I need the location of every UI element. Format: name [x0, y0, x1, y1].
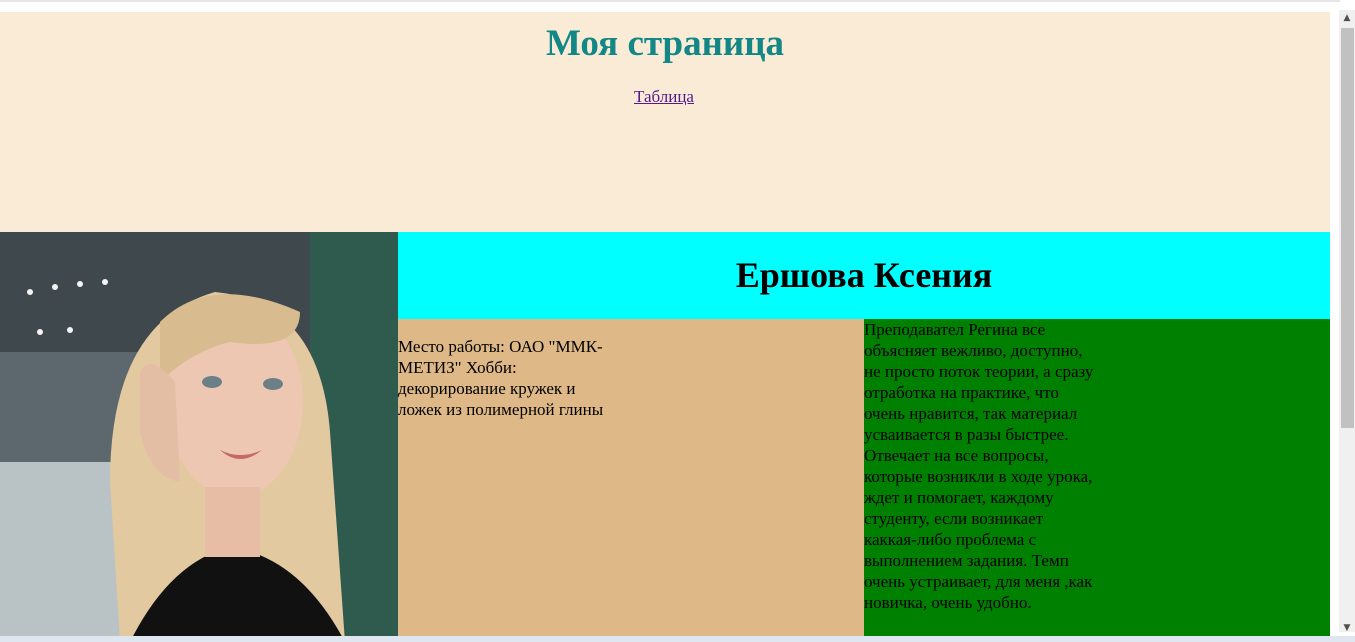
table-link[interactable]: Таблица: [634, 87, 694, 107]
profile-photo: [0, 232, 398, 642]
name-cell: Ершова Ксения: [398, 232, 1330, 319]
page-title: Моя страница: [545, 23, 785, 64]
work-info-cell: Место работы: ОАО "ММК-МЕТИЗ" Хобби: дек…: [398, 319, 864, 642]
taskbar-edge: [0, 636, 1355, 642]
scroll-down-arrow-icon[interactable]: ▼: [1339, 620, 1355, 636]
review-cell: Преподавател Регина все объясняет вежлив…: [864, 319, 1330, 642]
page-header: Моя страница Таблица: [0, 12, 1330, 232]
scroll-up-arrow-icon[interactable]: ▲: [1339, 10, 1355, 26]
window-top-border: [0, 0, 1340, 2]
person-name: Ершова Ксения: [735, 255, 993, 295]
scrollbar-thumb[interactable]: [1341, 28, 1354, 428]
review-text: Преподавател Регина все объясняет вежлив…: [864, 320, 1094, 612]
work-info-text: Место работы: ОАО "ММК-МЕТИЗ" Хобби: дек…: [398, 337, 604, 419]
photo-illustration: [0, 232, 398, 642]
